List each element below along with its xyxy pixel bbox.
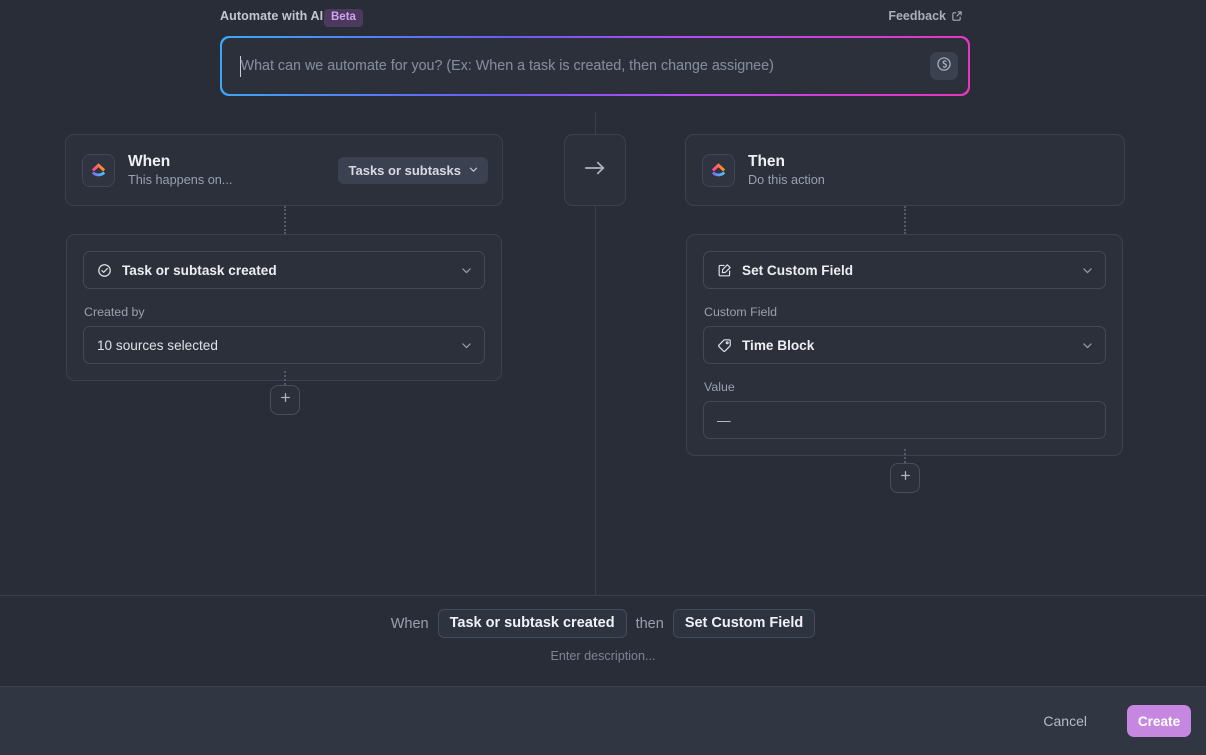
- arrow-right-icon: [582, 159, 608, 182]
- action-type-label: Set Custom Field: [742, 262, 854, 278]
- ai-generate-button[interactable]: [930, 52, 959, 80]
- action-type-dropdown[interactable]: Set Custom Field: [703, 251, 1106, 289]
- ai-sparkle-icon: [936, 56, 952, 77]
- clickup-logo-icon: [82, 153, 115, 187]
- then-header-card: Then Do this action: [685, 134, 1125, 206]
- action-body-card: Set Custom Field Custom Field Time Block: [686, 234, 1123, 456]
- feedback-link[interactable]: Feedback: [888, 9, 963, 23]
- trigger-event-label: Task or subtask created: [122, 262, 277, 278]
- summary-when-word: When: [390, 615, 429, 632]
- action-add-connector-dotted: [904, 449, 906, 463]
- chevron-down-icon: [1081, 339, 1094, 352]
- add-trigger-condition-button[interactable]: [270, 385, 300, 415]
- trigger-body-card: Task or subtask created Created by 10 so…: [66, 234, 502, 381]
- created-by-dropdown[interactable]: 10 sources selected: [83, 326, 485, 364]
- automation-canvas: When This happens on... Tasks or subtask…: [0, 112, 1206, 595]
- summary-action-chip[interactable]: Set Custom Field: [672, 609, 816, 638]
- when-card-title: When: [128, 152, 171, 170]
- ai-prompt-input-wrapper: What can we automate for you? (Ex: When …: [220, 36, 970, 96]
- custom-field-value: Time Block: [742, 337, 815, 353]
- summary-then-word: then: [635, 615, 664, 632]
- then-card-subtitle: Do this action: [748, 172, 825, 187]
- add-action-button[interactable]: [890, 463, 920, 493]
- dialog-footer: Cancel Create: [0, 687, 1206, 755]
- custom-field-label: Custom Field: [704, 305, 777, 319]
- create-button[interactable]: Create: [1127, 705, 1191, 737]
- then-connector-dotted: [904, 206, 906, 234]
- chevron-down-icon: [460, 339, 473, 352]
- automation-summary-bar: When Task or subtask created then Set Cu…: [0, 595, 1206, 687]
- edit-square-icon: [717, 263, 732, 278]
- trigger-event-dropdown[interactable]: Task or subtask created: [83, 251, 485, 289]
- arrow-box-connector-line: [595, 206, 596, 226]
- cancel-button[interactable]: Cancel: [1033, 705, 1097, 737]
- ai-prompt-input-inner: What can we automate for you? (Ex: When …: [221, 37, 969, 95]
- ai-prompt-input[interactable]: [221, 37, 969, 95]
- clickup-logo-icon: [702, 153, 735, 187]
- description-input[interactable]: Enter description...: [0, 649, 1206, 663]
- flow-arrow-box: [564, 134, 626, 206]
- plus-icon: [279, 391, 292, 409]
- value-label: Value: [704, 380, 735, 394]
- tag-icon: [717, 338, 732, 353]
- trigger-scope-dropdown[interactable]: Tasks or subtasks: [337, 156, 488, 184]
- then-card-title: Then: [748, 152, 786, 170]
- chevron-down-icon: [1081, 264, 1094, 277]
- automation-builder-screen: Automate with AI Beta Feedback What can …: [0, 0, 1206, 755]
- summary-trigger-chip[interactable]: Task or subtask created: [437, 609, 627, 638]
- chevron-down-icon: [468, 163, 479, 178]
- trigger-scope-label: Tasks or subtasks: [348, 162, 461, 178]
- value-input-text: —: [717, 412, 731, 428]
- check-circle-icon: [97, 263, 112, 278]
- feedback-label: Feedback: [888, 9, 946, 23]
- external-link-icon: [951, 10, 963, 22]
- value-input[interactable]: —: [703, 401, 1106, 439]
- when-connector-dotted: [284, 206, 286, 234]
- automate-with-ai-label: Automate with AI: [220, 9, 324, 23]
- text-caret: [239, 55, 241, 77]
- chevron-down-icon: [460, 264, 473, 277]
- summary-sentence: When Task or subtask created then Set Cu…: [0, 609, 1206, 638]
- automate-with-ai-header: Automate with AI Beta Feedback: [0, 0, 1206, 36]
- custom-field-dropdown[interactable]: Time Block: [703, 326, 1106, 364]
- trigger-add-connector-dotted: [284, 371, 286, 385]
- created-by-label: Created by: [84, 305, 145, 319]
- beta-badge: Beta: [324, 9, 363, 27]
- plus-icon: [899, 469, 912, 487]
- when-header-card: When This happens on... Tasks or subtask…: [65, 134, 503, 206]
- when-card-subtitle: This happens on...: [128, 172, 233, 187]
- created-by-value: 10 sources selected: [97, 337, 218, 353]
